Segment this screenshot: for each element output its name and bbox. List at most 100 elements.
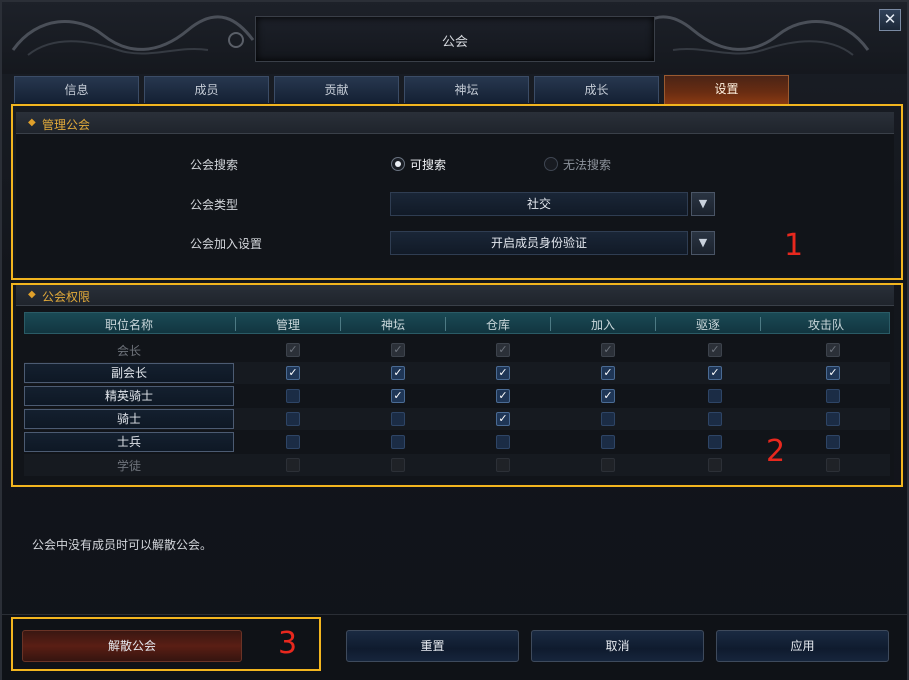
role-name[interactable]: 精英骑士 xyxy=(24,386,234,406)
tab-contribution[interactable]: 贡献 xyxy=(274,76,399,103)
join-setting-label: 公会加入设置 xyxy=(190,237,263,251)
permission-row: 骑士 ✓ xyxy=(24,408,890,430)
permission-checkbox: ✓ xyxy=(601,343,615,357)
searchable-label[interactable]: 可搜索 xyxy=(410,156,446,173)
column-divider xyxy=(655,317,656,331)
col-raid: 攻击队 xyxy=(807,318,844,332)
permission-checkbox[interactable] xyxy=(826,435,840,449)
col-role-name: 职位名称 xyxy=(104,318,153,332)
guild-type-dropdown-icon[interactable]: ▼ xyxy=(691,192,715,216)
column-divider xyxy=(235,317,236,331)
permission-checkbox[interactable] xyxy=(826,412,840,426)
join-setting-select[interactable]: 开启成员身份验证 xyxy=(390,231,688,255)
permission-checkbox[interactable] xyxy=(826,389,840,403)
col-warehouse: 仓库 xyxy=(485,318,510,332)
apply-button[interactable]: 应用 xyxy=(716,630,889,662)
col-manage: 管理 xyxy=(275,318,300,332)
permission-checkbox[interactable] xyxy=(286,412,300,426)
role-name[interactable]: 副会长 xyxy=(24,363,234,383)
guild-type-select[interactable]: 社交 xyxy=(390,192,688,216)
permission-checkbox[interactable] xyxy=(391,435,405,449)
permission-checkbox xyxy=(286,458,300,472)
annotation-number-2: 2 xyxy=(766,434,786,469)
window-header: 公会 ✕ xyxy=(2,2,907,74)
permission-checkbox: ✓ xyxy=(708,343,722,357)
cancel-button[interactable]: 取消 xyxy=(531,630,704,662)
permission-checkbox[interactable]: ✓ xyxy=(601,366,615,380)
role-name: 学徒 xyxy=(116,459,141,473)
permission-checkbox[interactable] xyxy=(601,412,615,426)
permission-checkbox xyxy=(708,458,722,472)
permission-checkbox[interactable]: ✓ xyxy=(708,366,722,380)
permission-checkbox[interactable] xyxy=(601,435,615,449)
title-plate: 公会 xyxy=(255,16,655,62)
permission-checkbox xyxy=(826,458,840,472)
permission-checkbox[interactable]: ✓ xyxy=(496,366,510,380)
permission-checkbox: ✓ xyxy=(391,343,405,357)
guild-type-label: 公会类型 xyxy=(190,198,239,212)
permission-checkbox[interactable] xyxy=(708,435,722,449)
guild-permissions-section: ◆ 公会权限 职位名称 管理 神坛 仓库 加入 驱逐 攻击队 会长 ✓ ✓ ✓ ✓ ✓ ✓ 副… xyxy=(16,284,894,484)
permission-row: 副会长 ✓ ✓ ✓ ✓ ✓ ✓ xyxy=(24,362,890,384)
searchable-radio[interactable] xyxy=(391,157,405,171)
disband-guild-button[interactable]: 解散公会 xyxy=(22,630,242,662)
annotation-number-3: 3 xyxy=(278,626,298,661)
column-divider xyxy=(340,317,341,331)
role-name[interactable]: 士兵 xyxy=(24,432,234,452)
manage-guild-header: ◆ 管理公会 xyxy=(16,112,894,134)
column-divider xyxy=(760,317,761,331)
permissions-header: ◆ 公会权限 xyxy=(16,284,894,306)
permission-checkbox[interactable] xyxy=(391,412,405,426)
col-join: 加入 xyxy=(590,318,615,332)
column-divider xyxy=(445,317,446,331)
reset-button[interactable]: 重置 xyxy=(346,630,519,662)
permission-checkbox[interactable]: ✓ xyxy=(286,366,300,380)
tab-settings[interactable]: 设置 xyxy=(664,75,789,104)
dragon-ornament-left xyxy=(11,15,255,56)
col-altar: 神坛 xyxy=(380,318,405,332)
permissions-table-header: 职位名称 管理 神坛 仓库 加入 驱逐 攻击队 xyxy=(24,312,890,334)
close-icon[interactable]: ✕ xyxy=(879,9,901,31)
permission-checkbox[interactable]: ✓ xyxy=(391,366,405,380)
join-setting-dropdown-icon[interactable]: ▼ xyxy=(691,231,715,255)
permission-checkbox[interactable] xyxy=(286,435,300,449)
permissions-title: 公会权限 xyxy=(42,290,91,304)
role-name: 会长 xyxy=(116,344,141,358)
permission-checkbox: ✓ xyxy=(286,343,300,357)
not-searchable-radio[interactable] xyxy=(544,157,558,171)
permission-row: 会长 ✓ ✓ ✓ ✓ ✓ ✓ xyxy=(24,339,890,361)
tab-info[interactable]: 信息 xyxy=(14,76,139,103)
permission-checkbox[interactable] xyxy=(708,412,722,426)
manage-guild-title: 管理公会 xyxy=(42,118,91,132)
col-expel: 驱逐 xyxy=(695,318,720,332)
permission-checkbox xyxy=(391,458,405,472)
permission-checkbox[interactable] xyxy=(286,389,300,403)
dragon-ornament-right xyxy=(626,15,870,56)
permission-checkbox: ✓ xyxy=(496,343,510,357)
role-name[interactable]: 骑士 xyxy=(24,409,234,429)
permission-checkbox[interactable]: ✓ xyxy=(391,389,405,403)
permission-checkbox[interactable]: ✓ xyxy=(601,389,615,403)
permission-checkbox[interactable]: ✓ xyxy=(826,366,840,380)
permission-row: 士兵 xyxy=(24,431,890,453)
diamond-icon: ◆ xyxy=(28,117,36,128)
footer-bar: 解散公会 重置 取消 应用 xyxy=(2,614,907,680)
permission-checkbox[interactable] xyxy=(708,389,722,403)
permission-checkbox[interactable]: ✓ xyxy=(496,412,510,426)
not-searchable-label[interactable]: 无法搜索 xyxy=(563,156,611,173)
annotation-number-1: 1 xyxy=(784,228,804,263)
permission-checkbox[interactable] xyxy=(496,435,510,449)
window-title: 公会 xyxy=(441,35,468,50)
permission-row: 精英骑士 ✓ ✓ ✓ xyxy=(24,385,890,407)
disband-info-text: 公会中没有成员时可以解散公会。 xyxy=(32,538,213,552)
tab-altar[interactable]: 神坛 xyxy=(404,76,529,103)
tab-growth[interactable]: 成长 xyxy=(534,76,659,103)
tab-members[interactable]: 成员 xyxy=(144,76,269,103)
permission-checkbox[interactable]: ✓ xyxy=(496,389,510,403)
search-setting-label: 公会搜索 xyxy=(190,158,239,172)
permission-checkbox xyxy=(601,458,615,472)
permission-checkbox: ✓ xyxy=(826,343,840,357)
permission-row: 学徒 xyxy=(24,454,890,476)
guild-window: 公会 ✕ 信息 成员 贡献 神坛 成长 设置 ◆ 管理公会 公会搜索 可搜索 无… xyxy=(0,0,909,680)
manage-guild-section: ◆ 管理公会 公会搜索 可搜索 无法搜索 公会类型 社交 ▼ 公会加入设置 开启… xyxy=(16,112,894,276)
